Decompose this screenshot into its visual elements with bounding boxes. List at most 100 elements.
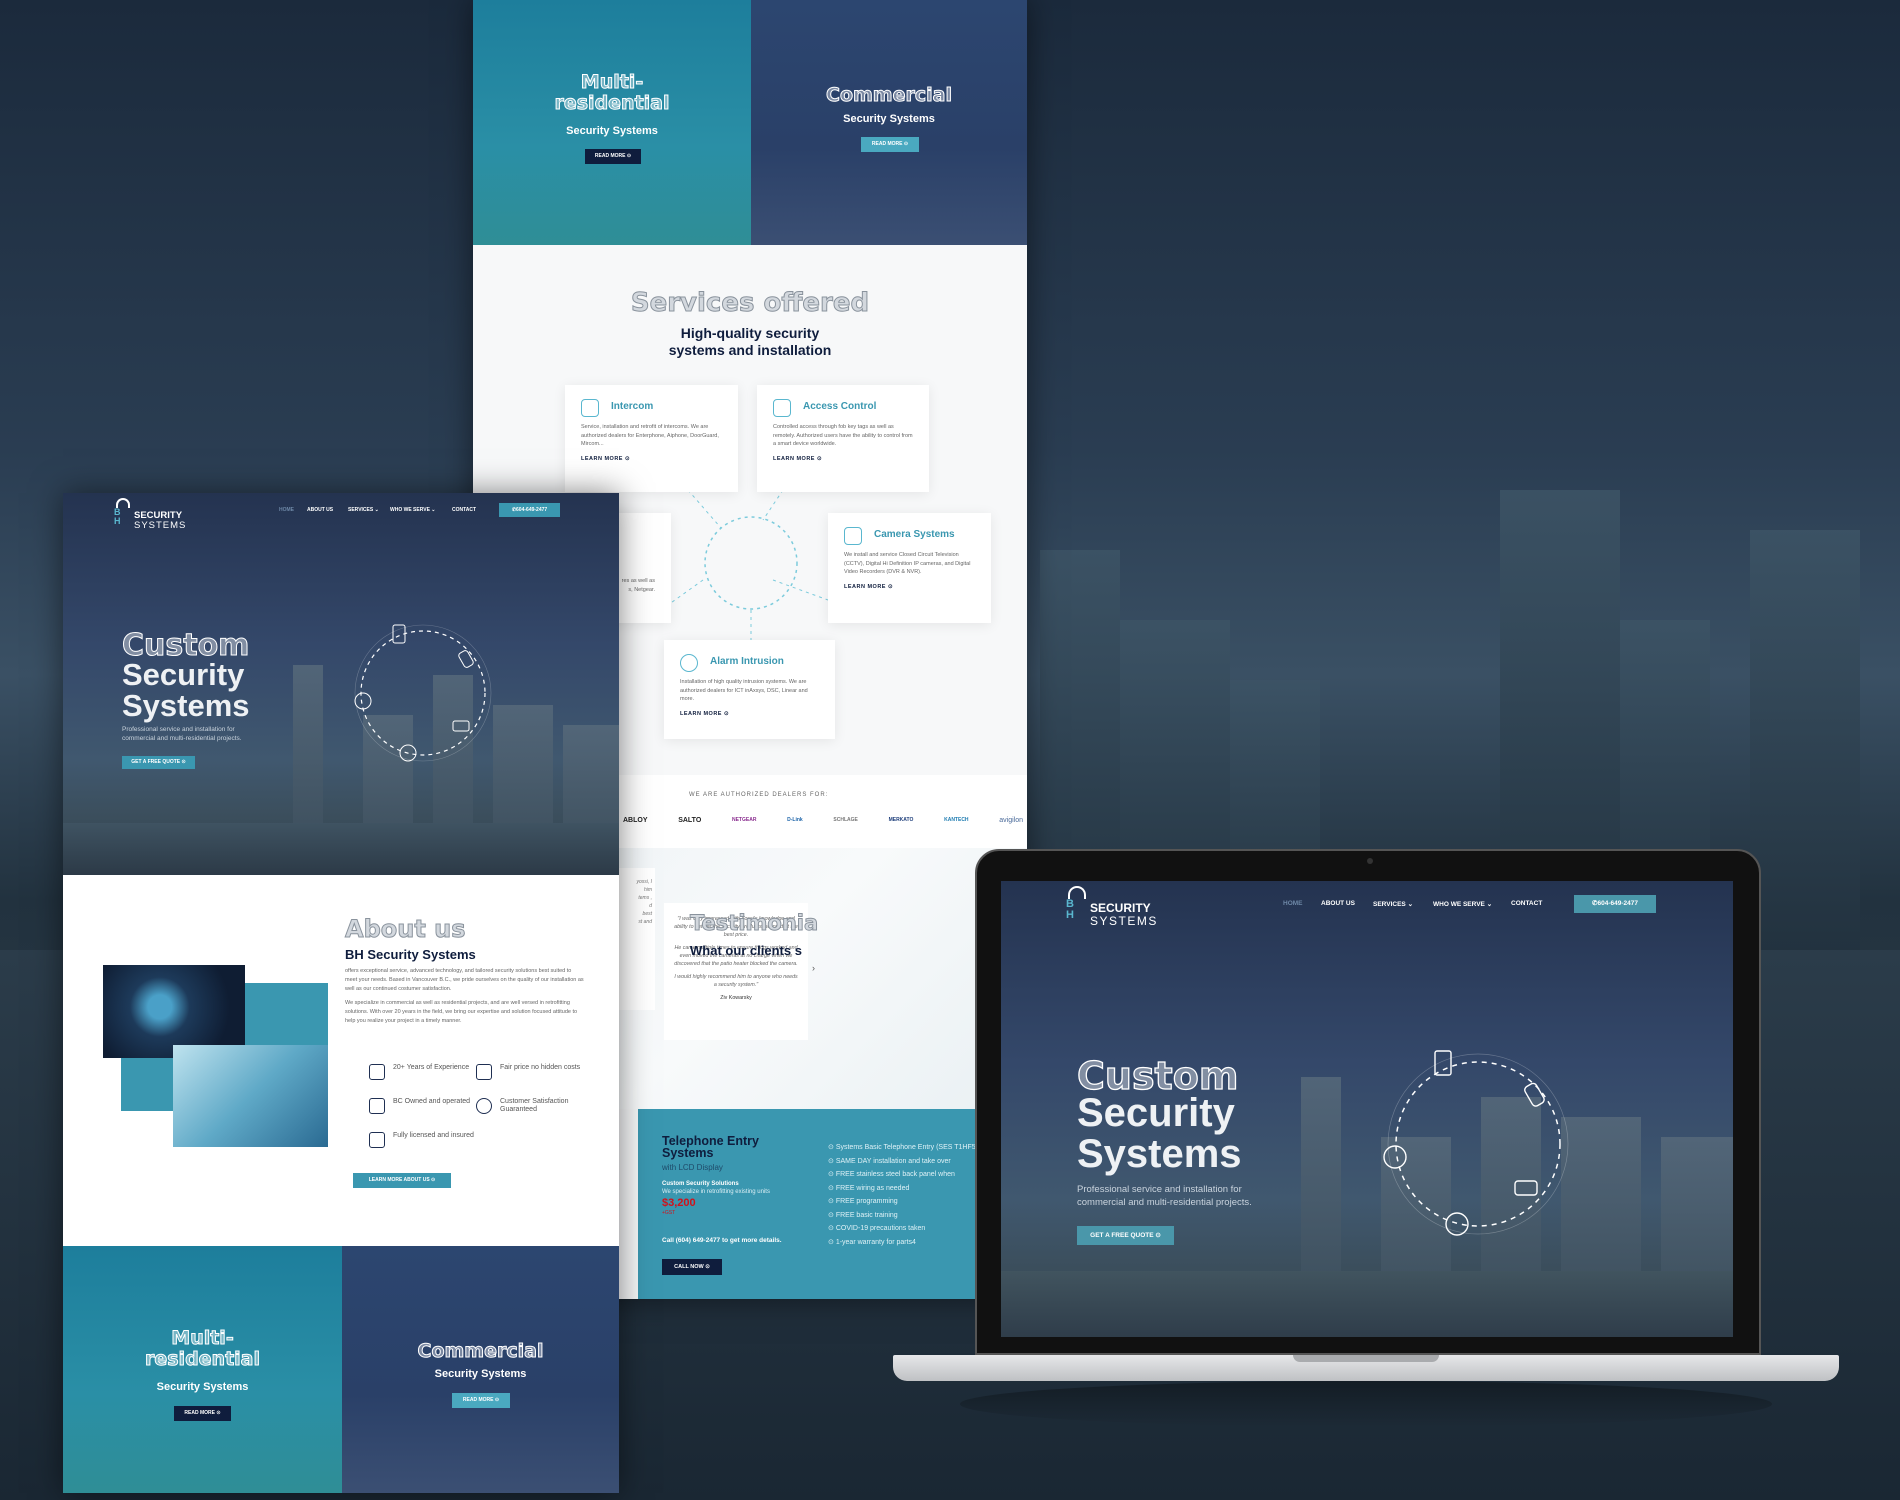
dealer-logo: D-Link — [787, 817, 803, 823]
banner-outline-title: Commercial — [417, 1340, 544, 1363]
phone-button[interactable]: ✆604-649-2477 — [1574, 895, 1656, 913]
nav-contact[interactable]: CONTACT — [1511, 900, 1542, 907]
nav-who-we-serve[interactable]: WHO WE SERVE ⌄ — [1433, 900, 1492, 908]
list-item: ⊙ COVID-19 precautions taken — [828, 1225, 926, 1232]
read-more-button[interactable]: READ MORE ⊙ — [452, 1393, 510, 1408]
key-tag-icon — [773, 399, 791, 417]
certificate-icon — [369, 1064, 385, 1080]
about-section: About us BH Security Systems offers exce… — [63, 875, 619, 1246]
promo-price-note: +GST — [662, 1210, 676, 1216]
dealer-logo: SCHLAGE — [833, 817, 858, 823]
dealer-logos: ABLOY SALTO NETGEAR D-Link SCHLAGE MERKA… — [623, 817, 1023, 824]
webcam — [1367, 858, 1373, 864]
feature-bc-owned: BC Owned and operated — [369, 1098, 483, 1114]
feature-licensed: Fully licensed and insured — [369, 1132, 483, 1148]
banner-multi-residential: Multi-residential Security Systems READ … — [63, 1246, 342, 1493]
camera-icon — [452, 720, 470, 732]
learn-more-link[interactable]: LEARN MORE ⊙ — [773, 456, 913, 462]
about-title: BH Security Systems — [345, 947, 476, 962]
website-page-home: BH SECURITY SYSTEMS HOME ABOUT US SERVIC… — [63, 493, 619, 1493]
dealer-logo: NETGEAR — [731, 817, 757, 823]
dealer-logo: ABLOY — [623, 817, 648, 824]
brand-logo[interactable]: BH SECURITY SYSTEMS — [1066, 886, 1196, 928]
learn-more-link[interactable]: LEARN MORE ⊙ — [844, 584, 975, 590]
learn-more-link[interactable]: LEARN MORE ⊙ — [680, 711, 819, 717]
key-tag-icon — [458, 650, 474, 668]
nav-contact[interactable]: CONTACT — [452, 507, 476, 513]
nav-about-us[interactable]: ABOUT US — [307, 507, 333, 513]
laptop-notch — [1293, 1355, 1439, 1362]
next-arrow-icon[interactable]: › — [812, 963, 815, 973]
service-card-camera-systems[interactable]: Camera Systems We install and service Clo… — [828, 513, 991, 623]
dealers-label: WE ARE AUTHORIZED DEALERS FOR: — [689, 792, 829, 798]
security-icons-ring — [354, 624, 492, 762]
nav-about-us[interactable]: ABOUT US — [1321, 900, 1355, 907]
list-item: ⊙ 1-year warranty for parts4 — [828, 1238, 916, 1246]
hand-person-icon — [476, 1064, 492, 1080]
list-item: ⊙ FREE wiring as needed — [828, 1184, 910, 1192]
service-card-intercom[interactable]: Intercom Service, installation and retrof… — [565, 385, 738, 492]
hero-title: Security Systems — [122, 657, 250, 723]
license-icon — [369, 1132, 385, 1148]
feature-fair-price: Fair price no hidden costs — [476, 1064, 590, 1080]
list-item: ⊙ FREE basic training — [828, 1211, 898, 1219]
nav-who-we-serve[interactable]: WHO WE SERVE ⌄ — [390, 507, 436, 513]
dealer-logo: MERKATO — [888, 817, 914, 823]
dealer-logo: avigilon — [999, 817, 1023, 824]
phone-button[interactable]: ✆604-649-2477 — [499, 503, 560, 517]
testimonials-subtitle: What our clients s — [690, 943, 802, 958]
nav-services[interactable]: SERVICES ⌄ — [1373, 900, 1413, 908]
hero-title: Security Systems — [1077, 1091, 1242, 1176]
laptop-shadow — [960, 1381, 1772, 1427]
promo-title: Telephone Entry Systems — [662, 1134, 760, 1160]
banner-title: Security Systems — [156, 1381, 249, 1393]
laptop-base — [893, 1355, 1839, 1381]
learn-more-link[interactable]: LEARN MORE ⊙ — [581, 456, 722, 462]
promo-label-sub: We specialize in retrofitting existing u… — [662, 1189, 770, 1195]
promo-feature-list: ⊙ Systems Basic Telephone Entry (SES T1H… — [828, 1141, 986, 1249]
camera-icon — [844, 527, 862, 545]
list-item: ⊙ FREE stainless steel back panel when — [828, 1171, 955, 1178]
security-icons-ring — [1383, 1050, 1569, 1236]
hero-subtitle: Professional service and installation fo… — [1077, 1184, 1252, 1208]
intercom-icon — [581, 399, 599, 417]
testimonial-card-previous: yossi, Ihim tems , d best st and — [619, 868, 655, 1010]
building — [1750, 530, 1860, 950]
testimonials-outline-title: Testimonia — [689, 911, 819, 936]
list-item: ⊙ SAME DAY installation and take over — [828, 1157, 951, 1165]
promo-label: Custom Security Solutions — [662, 1181, 739, 1187]
brand-logo[interactable]: BH SECURITY SYSTEMS — [114, 498, 214, 532]
dealer-logo: KANTECH — [944, 817, 969, 823]
about-outline-title: About us — [345, 915, 467, 944]
read-more-button[interactable]: READ MORE ⊙ — [174, 1406, 231, 1421]
promo-price: $3,200 — [662, 1197, 696, 1209]
banner-title: Security Systems — [434, 1368, 527, 1380]
laptop-screen-hero: BH SECURITY SYSTEMS HOME ABOUT US SERVIC… — [1001, 881, 1733, 1337]
nav-services[interactable]: SERVICES ⌄ — [348, 507, 379, 513]
service-card-access-control[interactable]: Access Control Controlled access through … — [757, 385, 929, 492]
about-image-camera — [173, 1045, 328, 1147]
gear-shield-icon — [354, 692, 372, 710]
banner-outline-title: Multi-residential — [144, 1327, 261, 1370]
feature-satisfaction: Customer Satisfaction Guaranteed — [476, 1098, 590, 1114]
award-ribbon-icon — [476, 1098, 492, 1114]
banner-commercial: Commercial Security Systems READ MORE ⊙ — [342, 1246, 619, 1493]
call-now-button[interactable]: CALL NOW ⊙ — [662, 1259, 722, 1275]
nav-home[interactable]: HOME — [1283, 900, 1303, 907]
list-item: ⊙ Systems Basic Telephone Entry (SES T1H… — [828, 1144, 986, 1151]
promo-subtitle: with LCD Display — [662, 1163, 723, 1172]
fingerprint-icon — [680, 654, 698, 672]
nav-home[interactable]: HOME — [279, 507, 294, 513]
feature-experience: 20+ Years of Experience — [369, 1064, 483, 1080]
about-paragraph: offers exceptional service, advanced tec… — [345, 968, 584, 1024]
telephone-entry-promo: Telephone Entry Systems with LCD Display … — [638, 1109, 1027, 1299]
get-free-quote-button[interactable]: GET A FREE QUOTE ⊙ — [122, 756, 195, 769]
hero-subtitle: Professional service and installation fo… — [122, 726, 242, 742]
list-item: ⊙ FREE programming — [828, 1198, 898, 1205]
get-free-quote-button[interactable]: GET A FREE QUOTE ⊙ — [1077, 1226, 1174, 1245]
hero-section: BH SECURITY SYSTEMS HOME ABOUT US SERVIC… — [63, 493, 619, 875]
promo-call-text: Call (604) 649-2477 to get more details. — [662, 1237, 782, 1244]
id-card-icon — [369, 1098, 385, 1114]
learn-more-about-us-button[interactable]: LEARN MORE ABOUT US ⊙ — [353, 1173, 451, 1188]
service-card-alarm-intrusion[interactable]: Alarm Intrusion Installation of high qual… — [664, 640, 835, 739]
